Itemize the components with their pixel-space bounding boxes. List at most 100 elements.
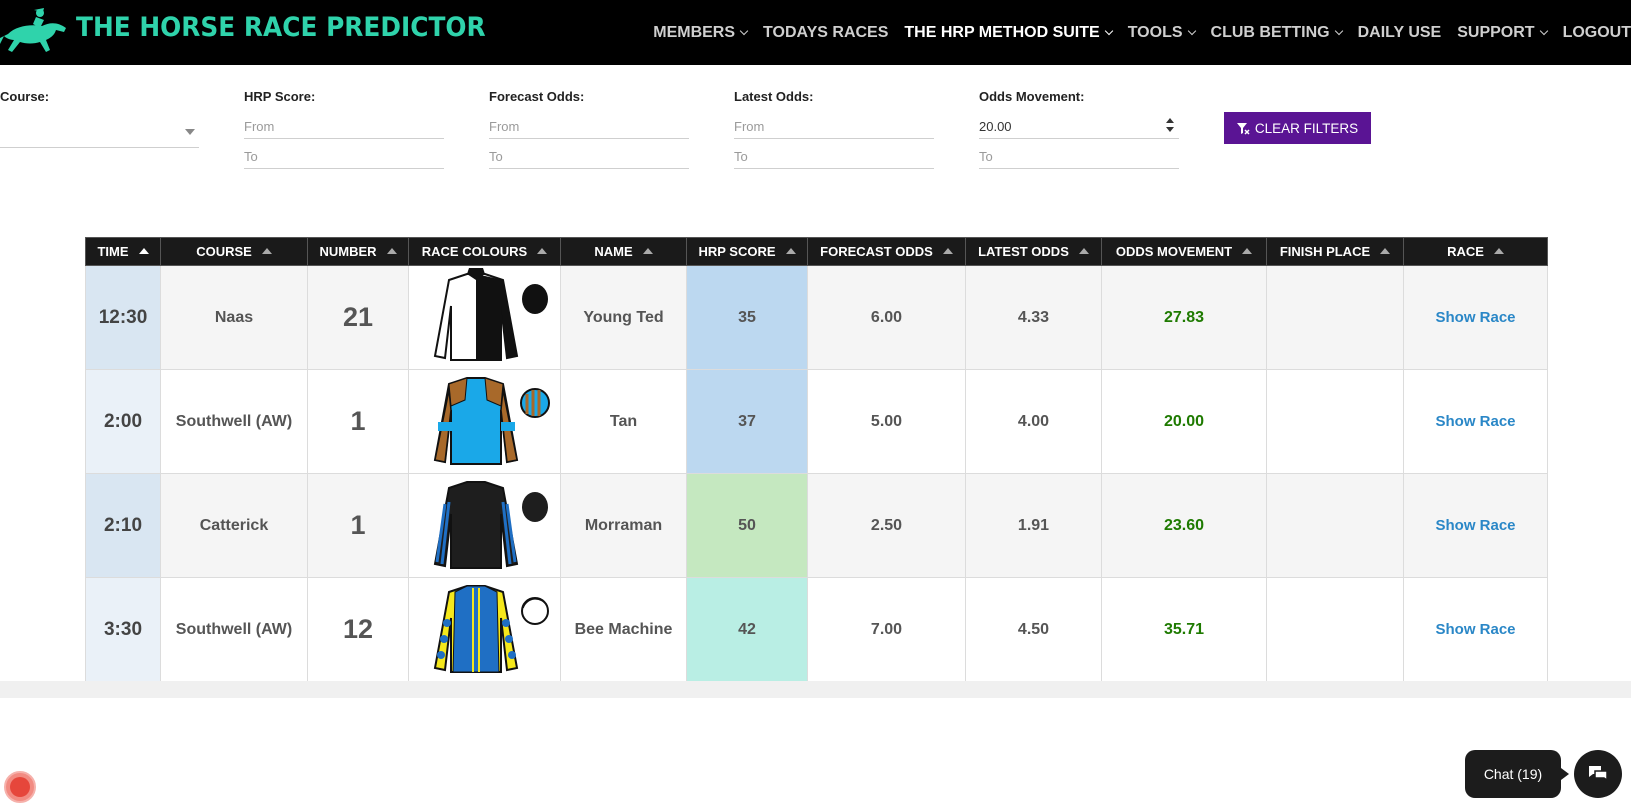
clear-filters-button[interactable]: CLEAR FILTERS bbox=[1224, 112, 1371, 144]
forecast-odds-cell: 2.50 bbox=[807, 473, 966, 578]
col-header-label: NUMBER bbox=[319, 244, 377, 259]
col-header-label: ODDS MOVEMENT bbox=[1115, 244, 1233, 259]
sort-asc-icon bbox=[386, 248, 397, 254]
hrp-score-to-input[interactable] bbox=[244, 144, 444, 169]
latest-odds-cell: 1.91 bbox=[965, 473, 1102, 578]
col-header-label: COURSE bbox=[196, 244, 252, 259]
odds-movement-from-input[interactable] bbox=[979, 114, 1179, 139]
time-cell: 12:30 bbox=[85, 265, 161, 370]
chat-label: Chat (19) bbox=[1483, 766, 1543, 782]
table-row: 3:30 Southwell (AW) 12 Bee Machine 42 7.… bbox=[85, 577, 1548, 682]
jockey-silks-blue-brown-icon bbox=[433, 377, 550, 465]
forecast-odds-cell: 6.00 bbox=[807, 265, 966, 370]
brand-logo-text[interactable]: THE HORSE RACE PREDICTOR bbox=[76, 12, 486, 43]
nav-logout[interactable]: LOGOUT bbox=[1563, 24, 1631, 42]
latest-odds-cell: 4.00 bbox=[965, 369, 1102, 474]
col-header-race[interactable]: RACE bbox=[1403, 237, 1548, 266]
col-header-time[interactable]: TIME bbox=[85, 237, 161, 266]
course-cell: Southwell (AW) bbox=[160, 577, 308, 682]
col-header-finish-place[interactable]: FINISH PLACE bbox=[1266, 237, 1404, 266]
bell-badge bbox=[10, 777, 30, 797]
sort-asc-icon bbox=[1242, 248, 1253, 254]
show-race-link[interactable]: Show Race bbox=[1435, 309, 1515, 326]
col-header-course[interactable]: COURSE bbox=[160, 237, 308, 266]
odds-movement-cell: 20.00 bbox=[1101, 369, 1267, 474]
nav-support[interactable]: SUPPORT bbox=[1457, 24, 1548, 42]
forecast-odds-from-input[interactable] bbox=[489, 114, 689, 139]
hrp-score-from-input[interactable] bbox=[244, 114, 444, 139]
latest-odds-cell: 4.33 bbox=[965, 265, 1102, 370]
race-cell: Show Race bbox=[1403, 473, 1548, 578]
sort-asc-icon bbox=[138, 248, 149, 254]
show-race-link[interactable]: Show Race bbox=[1435, 621, 1515, 638]
nav-club-betting[interactable]: CLUB BETTING bbox=[1210, 23, 1343, 42]
nav-todays-races-label: TODAYS RACES bbox=[763, 23, 889, 41]
forecast-odds-cell: 7.00 bbox=[807, 577, 966, 682]
col-header-number[interactable]: NUMBER bbox=[307, 237, 409, 266]
col-header-label: FORECAST ODDS bbox=[820, 244, 933, 259]
col-header-hrp-score[interactable]: HRP SCORE bbox=[686, 237, 808, 266]
show-race-link[interactable]: Show Race bbox=[1435, 413, 1515, 430]
col-header-forecast-odds[interactable]: FORECAST ODDS bbox=[807, 237, 966, 266]
chat-label-button[interactable]: Chat (19) bbox=[1465, 750, 1569, 798]
sort-asc-icon bbox=[785, 248, 796, 254]
odds-movement-filter-label: Odds Movement: bbox=[979, 89, 1085, 104]
finish-place-cell bbox=[1266, 265, 1404, 370]
horse-name-cell: Young Ted bbox=[560, 265, 687, 370]
nav-club-betting-label: CLUB BETTING bbox=[1210, 23, 1330, 41]
hrp-score-cell: 50 bbox=[686, 473, 808, 578]
spin-up-icon[interactable] bbox=[1166, 118, 1174, 123]
show-race-link[interactable]: Show Race bbox=[1435, 517, 1515, 534]
forecast-odds-to-input[interactable] bbox=[489, 144, 689, 169]
filter-icon bbox=[1236, 122, 1250, 135]
col-header-odds-movement[interactable]: ODDS MOVEMENT bbox=[1101, 237, 1267, 266]
race-colours-cell bbox=[408, 369, 561, 474]
course-cell: Naas bbox=[160, 265, 308, 370]
col-header-label: LATEST ODDS bbox=[978, 244, 1069, 259]
races-table: TIME COURSE NUMBER RACE COLOURS NAME HRP… bbox=[85, 237, 1548, 682]
nav-hrp-method-suite[interactable]: THE HRP METHOD SUITE bbox=[904, 24, 1113, 42]
odds-movement-cell: 27.83 bbox=[1101, 265, 1267, 370]
number-cell: 1 bbox=[307, 473, 409, 578]
table-header-row: TIME COURSE NUMBER RACE COLOURS NAME HRP… bbox=[85, 237, 1548, 266]
horse-name-cell: Tan bbox=[560, 369, 687, 474]
latest-odds-to-input[interactable] bbox=[734, 144, 934, 169]
race-colours-cell bbox=[408, 473, 561, 578]
latest-odds-from-input[interactable] bbox=[734, 114, 934, 139]
col-header-name[interactable]: NAME bbox=[560, 237, 687, 266]
time-cell: 2:00 bbox=[85, 369, 161, 474]
col-header-race-colours[interactable]: RACE COLOURS bbox=[408, 237, 561, 266]
chevron-down-icon bbox=[1187, 26, 1196, 36]
finish-place-cell bbox=[1266, 369, 1404, 474]
number-spinner-icon[interactable] bbox=[1165, 117, 1175, 135]
odds-movement-cell: 35.71 bbox=[1101, 577, 1267, 682]
nav-members[interactable]: MEMBERS bbox=[653, 23, 749, 42]
race-cell: Show Race bbox=[1403, 577, 1548, 682]
sort-asc-icon bbox=[1380, 248, 1391, 254]
forecast-odds-filter-label: Forecast Odds: bbox=[489, 89, 585, 104]
finish-place-cell bbox=[1266, 473, 1404, 578]
nav-tools[interactable]: TOOLS bbox=[1127, 23, 1196, 42]
race-cell: Show Race bbox=[1403, 265, 1548, 370]
nav-tools-label: TOOLS bbox=[1127, 23, 1183, 41]
chat-bubble-icon[interactable] bbox=[1574, 750, 1622, 798]
course-cell: Southwell (AW) bbox=[160, 369, 308, 474]
nav-daily-use[interactable]: DAILY USE bbox=[1358, 24, 1442, 42]
section-divider bbox=[0, 681, 1631, 698]
col-header-latest-odds[interactable]: LATEST ODDS bbox=[965, 237, 1102, 266]
odds-movement-to-input[interactable] bbox=[979, 144, 1179, 169]
chevron-down-icon bbox=[1539, 26, 1548, 36]
odds-movement-cell: 23.60 bbox=[1101, 473, 1267, 578]
nav-todays-races[interactable]: TODAYS RACES bbox=[763, 24, 888, 42]
notification-bell-icon[interactable] bbox=[4, 771, 36, 803]
horse-name-cell: Bee Machine bbox=[560, 577, 687, 682]
horse-jockey-icon[interactable] bbox=[0, 4, 70, 62]
col-header-label: RACE bbox=[1447, 244, 1484, 259]
nav-members-label: MEMBERS bbox=[653, 23, 736, 41]
hrp-score-filter-label: HRP Score: bbox=[244, 89, 316, 104]
jockey-silks-white-black-icon bbox=[433, 268, 548, 361]
spin-down-icon[interactable] bbox=[1166, 127, 1174, 132]
course-select[interactable] bbox=[0, 118, 199, 148]
nav-logout-label: LOGOUT bbox=[1562, 23, 1631, 41]
number-cell: 12 bbox=[307, 577, 409, 682]
